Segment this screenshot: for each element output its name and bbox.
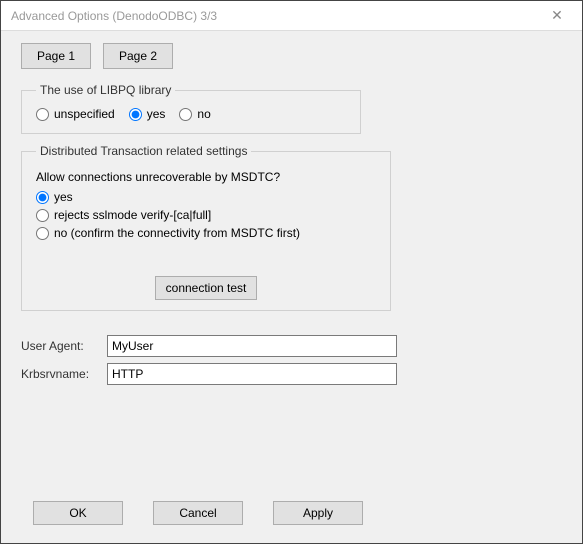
advanced-options-dialog: Advanced Options (DenodoODBC) 3/3 ✕ Page… [0, 0, 583, 544]
dtx-label-yes: yes [54, 190, 73, 204]
user-agent-field[interactable] [107, 335, 397, 357]
apply-button[interactable]: Apply [273, 501, 363, 525]
page-tabs: Page 1 Page 2 [21, 43, 562, 69]
tab-page1[interactable]: Page 1 [21, 43, 91, 69]
form-fields: User Agent: Krbsrvname: [21, 335, 562, 385]
dtx-label-no: no (confirm the connectivity from MSDTC … [54, 226, 300, 240]
libpq-options: unspecified yes no [36, 107, 346, 121]
tab-page2[interactable]: Page 2 [103, 43, 173, 69]
connection-test-button[interactable]: connection test [155, 276, 258, 300]
titlebar: Advanced Options (DenodoODBC) 3/3 ✕ [1, 1, 582, 31]
libpq-radio-no[interactable] [179, 108, 192, 121]
dtx-legend: Distributed Transaction related settings [36, 144, 251, 158]
libpq-label-unspecified: unspecified [54, 107, 115, 121]
user-agent-label: User Agent: [21, 339, 101, 353]
libpq-label-no: no [197, 107, 210, 121]
connection-test-row: connection test [22, 276, 390, 300]
dialog-buttons: OK Cancel Apply [1, 487, 582, 543]
ok-button[interactable]: OK [33, 501, 123, 525]
krbsrvname-label: Krbsrvname: [21, 367, 101, 381]
dtx-label-rejects: rejects sslmode verify-[ca|full] [54, 208, 211, 222]
libpq-radio-unspecified[interactable] [36, 108, 49, 121]
dtx-group: Distributed Transaction related settings… [21, 144, 391, 311]
libpq-label-yes: yes [147, 107, 166, 121]
krbsrvname-field[interactable] [107, 363, 397, 385]
dtx-question: Allow connections unrecoverable by MSDTC… [36, 170, 376, 184]
libpq-radio-yes[interactable] [129, 108, 142, 121]
cancel-button[interactable]: Cancel [153, 501, 243, 525]
libpq-legend: The use of LIBPQ library [36, 83, 175, 97]
dialog-title: Advanced Options (DenodoODBC) 3/3 [11, 9, 217, 23]
dtx-radio-no[interactable] [36, 227, 49, 240]
dialog-content: Page 1 Page 2 The use of LIBPQ library u… [1, 31, 582, 487]
libpq-group: The use of LIBPQ library unspecified yes… [21, 83, 361, 134]
close-icon[interactable]: ✕ [542, 7, 572, 24]
dtx-radio-rejects[interactable] [36, 209, 49, 222]
dtx-options: yes rejects sslmode verify-[ca|full] no … [36, 190, 376, 240]
dtx-radio-yes[interactable] [36, 191, 49, 204]
